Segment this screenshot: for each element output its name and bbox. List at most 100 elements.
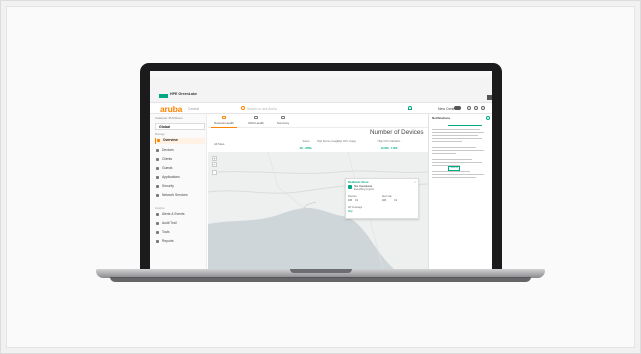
popup-coverage-label: AP Coverage [348, 206, 363, 209]
sidebar-item-label: Network Services [162, 193, 188, 197]
hpe-brand: HPE GreenLake [170, 92, 197, 96]
metric-label: High CPU Utilization [377, 140, 401, 143]
hpe-bar [150, 77, 492, 103]
site-filter[interactable]: All Sites [214, 142, 224, 146]
popup-sub: Everything is good [354, 188, 374, 191]
product-name: Central [188, 107, 199, 111]
sidebar-item-alerts[interactable]: Alerts & Events [155, 212, 205, 218]
customer-label: Customer: PLM Demo [155, 116, 183, 120]
notification-text [432, 141, 462, 143]
network-services-icon [156, 194, 159, 197]
clients-icon [156, 158, 159, 161]
aruba-logo[interactable]: aruba [160, 104, 182, 114]
notification-text [432, 135, 478, 137]
metric-value: 12,000 · 7,000 [380, 147, 398, 150]
notification-text [432, 138, 482, 140]
hpe-logo [159, 94, 168, 98]
popup-title[interactable]: Redlands Store [348, 180, 369, 184]
layers-icon[interactable] [212, 170, 217, 175]
zoom-out-button[interactable]: − [212, 162, 217, 167]
laptop-screen: HPE GreenLake aruba Central Search or as… [150, 71, 492, 269]
notification-text [432, 132, 484, 134]
sidebar-item-audit-trail[interactable]: Audit Trail [155, 221, 205, 227]
metric-value: All · 2000+ [299, 147, 313, 150]
sidebar-item-guests[interactable]: Guests [155, 166, 205, 172]
sidebar-item-applications[interactable]: Applications [155, 175, 205, 181]
sidebar-item-overview[interactable]: Overview [155, 138, 205, 144]
zoom-in-button[interactable]: + [212, 156, 217, 161]
sidebar-item-label: Clients [162, 157, 173, 161]
sidebar-item-label: Security [162, 184, 174, 188]
sidebar-item-clients[interactable]: Clients [155, 157, 205, 163]
popup-col2-value: 115 [382, 199, 386, 202]
manage-section-label: Manage [155, 133, 165, 136]
notification-text [432, 177, 476, 179]
popup-col1-extra: Ok [355, 199, 359, 202]
tools-icon [156, 231, 159, 234]
sidebar-item-label: Guests [162, 166, 173, 170]
tab-summary[interactable]: Summary [270, 116, 296, 128]
popup-col2-extra: Ok [394, 199, 398, 202]
sidebar-item-tools[interactable]: Tools [155, 230, 205, 236]
notification-bell-icon[interactable] [408, 106, 412, 110]
scope-label: Global [159, 124, 171, 129]
view-all-button[interactable]: View all [448, 166, 460, 171]
reports-icon [156, 240, 159, 243]
search-input[interactable]: Search or ask Aruba [247, 107, 277, 111]
summary-icon [281, 116, 285, 119]
metric-label: Status [302, 140, 310, 143]
notification-text [432, 147, 476, 149]
tab-label: Summary [276, 120, 290, 125]
panel-settings-icon[interactable] [486, 116, 490, 120]
search-icon[interactable] [241, 106, 245, 110]
sidebar-item-security[interactable]: Security [155, 184, 205, 190]
sidebar-item-devices[interactable]: Devices [155, 148, 205, 154]
sidebar-item-label: Alerts & Events [162, 212, 185, 216]
notification-text [432, 153, 456, 155]
notification-link[interactable] [448, 125, 482, 127]
metric-label: High CPU Usage [337, 140, 357, 143]
notification-text [432, 174, 484, 176]
popup-col1-value: 115 [348, 199, 352, 202]
tab-label: WAN Health [248, 120, 264, 125]
popup-col1-label: Devices [348, 195, 357, 198]
help-icon[interactable] [467, 106, 471, 110]
sidebar-item-label: Devices [162, 148, 174, 152]
tab-network-health[interactable]: Network Health [211, 116, 237, 128]
notification-text [432, 171, 470, 173]
tab-bar [208, 114, 428, 128]
notification-text [432, 150, 484, 152]
road-line [267, 152, 305, 209]
tab-wan-health[interactable]: WAN Health [243, 116, 269, 128]
close-icon[interactable]: × [414, 180, 416, 184]
network-health-icon [222, 116, 226, 119]
notification-text [432, 159, 472, 161]
map-heading: Number of Devices [370, 129, 424, 136]
analyze-section-label: Analyze [155, 207, 165, 210]
devices-icon [156, 149, 159, 152]
popup-col2-label: Alert rate [382, 195, 392, 198]
road-line [303, 201, 317, 209]
guests-icon [156, 167, 159, 170]
sidebar-item-label: Overview [163, 138, 178, 142]
alerts-icon [156, 213, 159, 216]
popup-map-link[interactable]: Map [348, 210, 353, 213]
notifications-title: Notifications [432, 116, 451, 120]
sidebar-item-label: Audit Trail [162, 221, 177, 225]
settings-icon[interactable] [474, 106, 478, 110]
applications-icon [156, 176, 159, 179]
notification-text [432, 129, 480, 131]
tab-label: Network Health [214, 120, 234, 125]
apps-grid-icon[interactable] [487, 95, 492, 100]
metric-label: High Device Usage [317, 140, 339, 143]
audit-icon [156, 222, 159, 225]
notification-text [432, 162, 482, 164]
security-icon [156, 185, 159, 188]
sidebar-item-network-services[interactable]: Network Services [155, 193, 205, 199]
laptop-notch [290, 269, 352, 273]
new-central-toggle[interactable] [454, 106, 461, 110]
sidebar-item-reports[interactable]: Reports [155, 239, 205, 245]
sidebar-item-label: Reports [162, 239, 174, 243]
sidebar-item-label: Applications [162, 175, 180, 179]
user-icon[interactable] [481, 106, 485, 110]
